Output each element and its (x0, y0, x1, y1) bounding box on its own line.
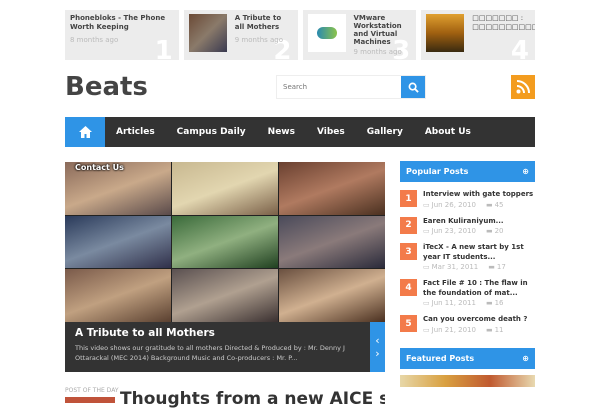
prev-slide-button[interactable]: ‹ (375, 334, 379, 347)
top-post-card[interactable]: Phonebloks - The Phone Worth Keeping 8 mo… (65, 10, 179, 60)
popular-post-title[interactable]: Earen Kuliraniyum... (423, 217, 514, 227)
nav-vibes[interactable]: Vibes (317, 127, 345, 137)
comment-count: 45 (494, 200, 504, 209)
popular-post-item: 3 iTecX - A new start by 1st year IT stud… (400, 243, 535, 271)
rss-icon (516, 80, 530, 94)
featured-post-image[interactable] (400, 374, 535, 387)
slide-excerpt: This video shows our gratitude to all mo… (75, 344, 345, 362)
post-thumbnail[interactable] (188, 14, 227, 52)
slide-image[interactable] (65, 162, 385, 322)
rank-badge: 4 (400, 279, 417, 296)
top-post-time: 8 months ago (70, 36, 119, 44)
post-of-the-day-thumbnail[interactable] (65, 397, 115, 403)
comment-icon: ▬ (485, 200, 493, 209)
search-input[interactable] (277, 76, 401, 98)
comment-icon: ▬ (485, 299, 493, 307)
top-post-time: 9 months ago (234, 36, 284, 44)
nav-dropdown-contact-us[interactable]: Contact Us (75, 163, 124, 173)
main-nav: Articles Campus Daily News Vibes Gallery… (65, 117, 535, 147)
nav-gallery[interactable]: Gallery (367, 127, 403, 137)
popular-post-title[interactable]: Interview with gate toppers (423, 190, 533, 200)
popular-post-title[interactable]: Can you overcome death ? (423, 315, 527, 325)
nav-news[interactable]: News (268, 127, 295, 137)
comment-icon: ▬ (485, 227, 493, 235)
post-of-the-day-title[interactable]: Thoughts from a new AICE student (120, 389, 385, 409)
rank-badge: 3 (400, 243, 417, 260)
post-of-the-day-label: POST OF THE DAY (65, 387, 119, 394)
rank-badge: 5 (400, 315, 417, 332)
rank-badge: 2 (400, 216, 417, 234)
calendar-icon: ▭ (423, 263, 430, 271)
home-icon (78, 126, 92, 138)
top-post-time: 9 months ago (353, 48, 402, 56)
comment-count: 17 (496, 263, 506, 271)
post-thumbnail[interactable] (426, 14, 465, 52)
post-date: Jun 26, 2010 (431, 200, 476, 209)
popular-post-item: 1 Interview with gate toppers ▭ Jun 26, 201… (400, 190, 535, 209)
nav-articles[interactable]: Articles (116, 127, 155, 137)
post-date: Mar 31, 2011 (431, 263, 479, 271)
search-icon (408, 82, 419, 93)
top-post-card[interactable]: VMware Workstation and Virtual Machines 9… (302, 10, 417, 60)
popular-post-item: 4 Fact File # 10 : The flaw in the founda… (400, 279, 535, 307)
calendar-icon: ▭ (423, 200, 430, 209)
sidebar: Popular Posts ⊕ 1 Interview with gate topp… (400, 161, 535, 387)
rss-button[interactable] (511, 75, 535, 99)
slide-caption: A Tribute to all Mothers This video show… (65, 322, 370, 372)
search-form (276, 75, 426, 99)
top-post-card[interactable]: □□□□□□□ : □□□□□□□□□□□ 4 (421, 10, 535, 60)
circle-arrow-icon[interactable]: ⊕ (522, 354, 529, 363)
popular-posts-title: Popular Posts (406, 167, 469, 176)
rank-badge: 1 (400, 190, 417, 207)
circle-arrow-icon[interactable]: ⊕ (522, 167, 529, 176)
next-slide-button[interactable]: › (375, 347, 379, 360)
post-thumbnail[interactable] (307, 14, 346, 52)
top-post-number: 4 (510, 36, 529, 60)
top-posts-strip: Phonebloks - The Phone Worth Keeping 8 mo… (65, 10, 535, 60)
calendar-icon: ▭ (423, 325, 430, 334)
nav-campus-daily[interactable]: Campus Daily (177, 127, 246, 137)
popular-posts-header: Popular Posts ⊕ (400, 161, 535, 182)
top-post-title[interactable]: □□□□□□□ : □□□□□□□□□□□ (472, 14, 535, 32)
featured-posts-header: Featured Posts ⊕ (400, 347, 535, 369)
slide-title[interactable]: A Tribute to all Mothers (75, 327, 360, 339)
comment-count: 16 (494, 299, 504, 307)
popular-post-title[interactable]: iTecX - A new start by 1st year IT stude… (423, 243, 535, 262)
comment-icon: ▬ (485, 325, 493, 334)
slider-controls: ‹ › (370, 322, 385, 372)
calendar-icon: ▭ (423, 227, 430, 235)
search-button[interactable] (401, 76, 425, 98)
popular-post-item: 2 Earen Kuliraniyum... ▭ Jun 23, 2010 ▬ 20 (400, 216, 535, 235)
popular-post-item: 5 Can you overcome death ? ▭ Jun 21, 2010 ▬ 1… (400, 315, 535, 334)
popular-post-title[interactable]: Fact File # 10 : The flaw in the foundat… (423, 279, 535, 298)
comment-icon: ▬ (488, 263, 495, 271)
post-date: Jun 11, 2011 (431, 299, 476, 307)
site-logo[interactable]: Beats (65, 72, 148, 102)
calendar-icon: ▭ (423, 299, 430, 307)
top-post-title[interactable]: A Tribute to all Mothers (235, 14, 293, 32)
nav-about-us[interactable]: About Us (425, 127, 471, 137)
home-button[interactable] (65, 117, 105, 147)
post-date: Jun 21, 2010 (431, 325, 476, 334)
top-post-title[interactable]: Phonebloks - The Phone Worth Keeping (70, 14, 174, 32)
top-post-card[interactable]: A Tribute to all Mothers 9 months ago 2 (183, 10, 298, 60)
comment-count: 11 (494, 325, 504, 334)
post-date: Jun 23, 2010 (431, 227, 476, 235)
comment-count: 20 (494, 227, 504, 235)
featured-posts-title: Featured Posts (406, 353, 475, 363)
featured-slider[interactable]: Contact Us A Tribute to all Mothers This… (65, 162, 385, 372)
